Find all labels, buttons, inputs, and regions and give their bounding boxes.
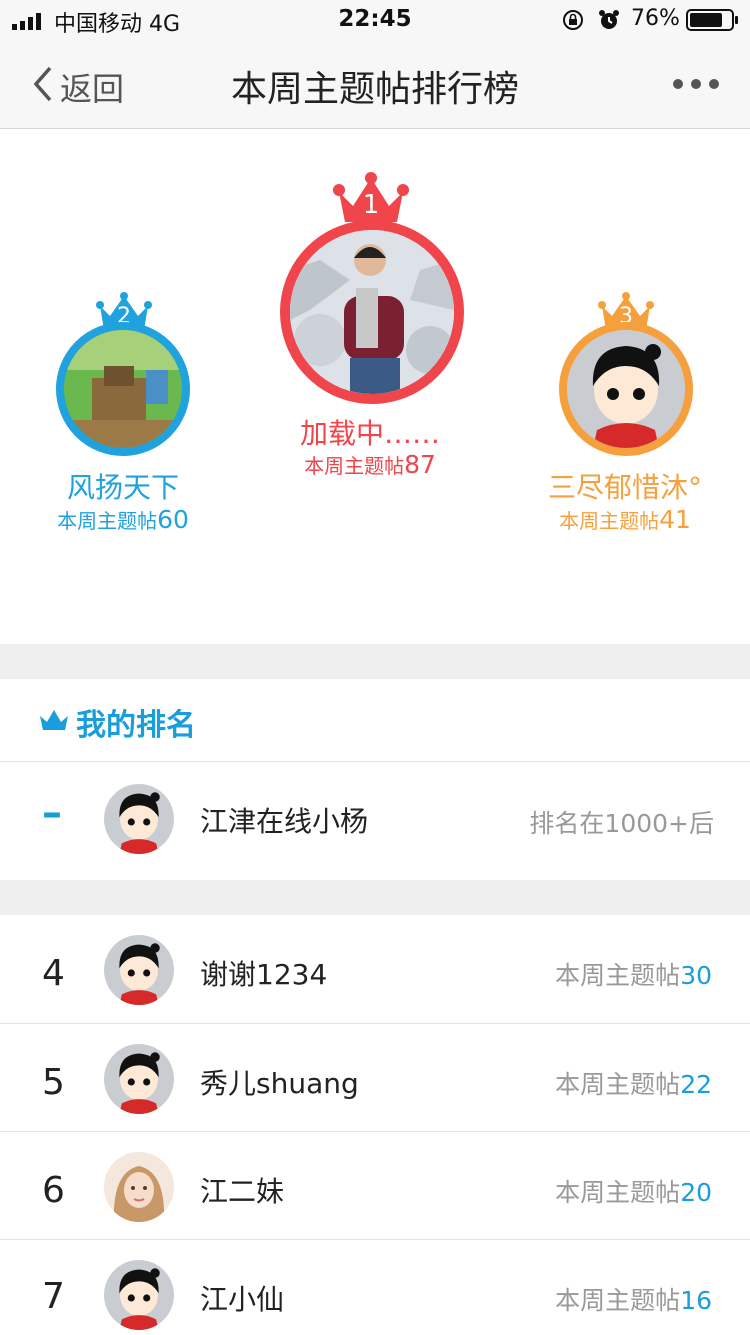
rank-number: 5 bbox=[42, 1062, 65, 1103]
page-title: 本周主题帖排行榜 bbox=[230, 69, 519, 110]
avatar[interactable] bbox=[104, 784, 174, 854]
score: 本周主题帖30 bbox=[412, 956, 712, 992]
rank-number: 4 bbox=[42, 953, 65, 994]
list-item[interactable]: 4 谢谢1234 本周主题帖30 bbox=[0, 915, 750, 1022]
podium-avatar-2[interactable] bbox=[56, 322, 190, 456]
score-value: 41 bbox=[659, 505, 691, 534]
list-item[interactable]: 6 江二妹 本周主题帖20 bbox=[0, 1131, 750, 1239]
default-avatar-icon bbox=[119, 943, 160, 1005]
user-name[interactable]: 江小仙 bbox=[200, 1278, 284, 1318]
my-rank-title: 我的排名 bbox=[76, 708, 196, 743]
rank-number: 6 bbox=[42, 1170, 65, 1211]
score-value: 16 bbox=[680, 1286, 712, 1315]
crown-icon bbox=[40, 710, 68, 730]
score-label: 本周主题帖 bbox=[304, 454, 405, 478]
nav-bar: 返回 本周主题帖排行榜 bbox=[0, 40, 750, 129]
battery-percent: 76% bbox=[631, 6, 680, 31]
default-avatar-icon bbox=[119, 1268, 160, 1330]
score-label: 本周主题帖 bbox=[57, 509, 158, 533]
avatar bbox=[290, 230, 454, 394]
podium-score-3: 本周主题帖41 bbox=[500, 505, 750, 534]
podium-score-1: 本周主题帖87 bbox=[220, 450, 520, 479]
rank-number: 7 bbox=[42, 1276, 65, 1317]
score: 本周主题帖22 bbox=[412, 1065, 712, 1101]
status-bar: 中国移动 4G 22:45 76% bbox=[0, 0, 750, 40]
podium-name-3[interactable]: 三尽郁惜沐° bbox=[500, 466, 750, 506]
rank-number: – bbox=[42, 790, 62, 836]
list-item[interactable]: 5 秀儿shuang 本周主题帖22 bbox=[0, 1023, 750, 1131]
user-name[interactable]: 江二妹 bbox=[200, 1170, 284, 1210]
score: 本周主题帖20 bbox=[412, 1173, 712, 1209]
user-name[interactable]: 江津在线小杨 bbox=[200, 800, 368, 840]
avatar[interactable] bbox=[104, 1260, 174, 1330]
orientation-lock-icon bbox=[563, 10, 583, 30]
section-divider bbox=[0, 880, 750, 915]
photo-avatar-icon bbox=[104, 1152, 174, 1222]
my-rank-row[interactable]: – 江津在线小杨 排名在1000+后 bbox=[0, 761, 750, 880]
podium-name-2[interactable]: 风扬天下 bbox=[0, 466, 246, 506]
avatar[interactable] bbox=[104, 1044, 174, 1114]
more-icon[interactable] bbox=[672, 78, 722, 90]
podium-name-1[interactable]: 加载中…… bbox=[220, 412, 520, 452]
avatar bbox=[64, 330, 182, 448]
podium-rank-1: 1 bbox=[362, 190, 380, 220]
avatar bbox=[567, 330, 685, 448]
avatar[interactable] bbox=[104, 1152, 174, 1222]
score-value: 87 bbox=[404, 450, 436, 479]
user-name[interactable]: 谢谢1234 bbox=[200, 953, 327, 993]
list-item[interactable]: 7 江小仙 本周主题帖16 bbox=[0, 1239, 750, 1335]
default-avatar-icon bbox=[119, 1052, 160, 1114]
podium-avatar-3[interactable] bbox=[559, 322, 693, 456]
alarm-icon bbox=[599, 10, 619, 29]
section-divider bbox=[0, 644, 750, 679]
score-label: 本周主题帖 bbox=[555, 961, 681, 990]
battery-icon bbox=[686, 9, 738, 31]
user-name[interactable]: 秀儿shuang bbox=[200, 1062, 359, 1102]
avatar[interactable] bbox=[104, 935, 174, 1005]
score-value: 30 bbox=[680, 961, 712, 990]
score-label: 本周主题帖 bbox=[555, 1286, 681, 1315]
default-avatar-icon bbox=[119, 792, 160, 854]
score-label: 本周主题帖 bbox=[559, 509, 660, 533]
score-label: 本周主题帖 bbox=[555, 1178, 681, 1207]
score: 本周主题帖16 bbox=[412, 1281, 712, 1317]
score-value: 22 bbox=[680, 1070, 712, 1099]
score-value: 20 bbox=[680, 1178, 712, 1207]
rank-status: 排名在1000+后 bbox=[529, 809, 714, 838]
score-value: 60 bbox=[157, 505, 189, 534]
podium-score-2: 本周主题帖60 bbox=[0, 505, 246, 534]
score-label: 本周主题帖 bbox=[555, 1070, 681, 1099]
podium-avatar-1[interactable] bbox=[280, 220, 464, 404]
